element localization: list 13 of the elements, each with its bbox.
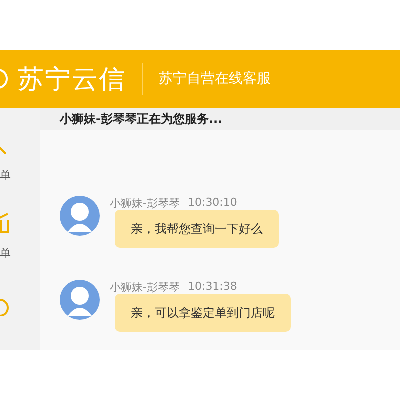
avatar-icon — [60, 280, 100, 320]
sender-name: 小狮妹-彭琴琴 — [110, 196, 180, 210]
logo-text: 苏宁云信 — [18, 64, 126, 96]
message-bubble: 亲，可以拿鉴定单到门店呢 — [115, 294, 291, 332]
header-subtitle: 苏宁自营在线客服 — [159, 70, 271, 88]
service-status: 小狮妹-彭琴琴正在为您服务... — [40, 108, 400, 130]
message-time: 10:31:38 — [188, 280, 238, 294]
sidebar-item[interactable]: 单 — [0, 246, 40, 260]
message-time: 10:30:10 — [188, 196, 238, 210]
avatar-icon — [60, 196, 100, 236]
message-bubble: 亲，我帮您查询一下好么 — [115, 210, 279, 248]
sender-name: 小狮妹-彭琴琴 — [110, 280, 180, 294]
sidebar-item[interactable]: 单 — [0, 168, 40, 182]
